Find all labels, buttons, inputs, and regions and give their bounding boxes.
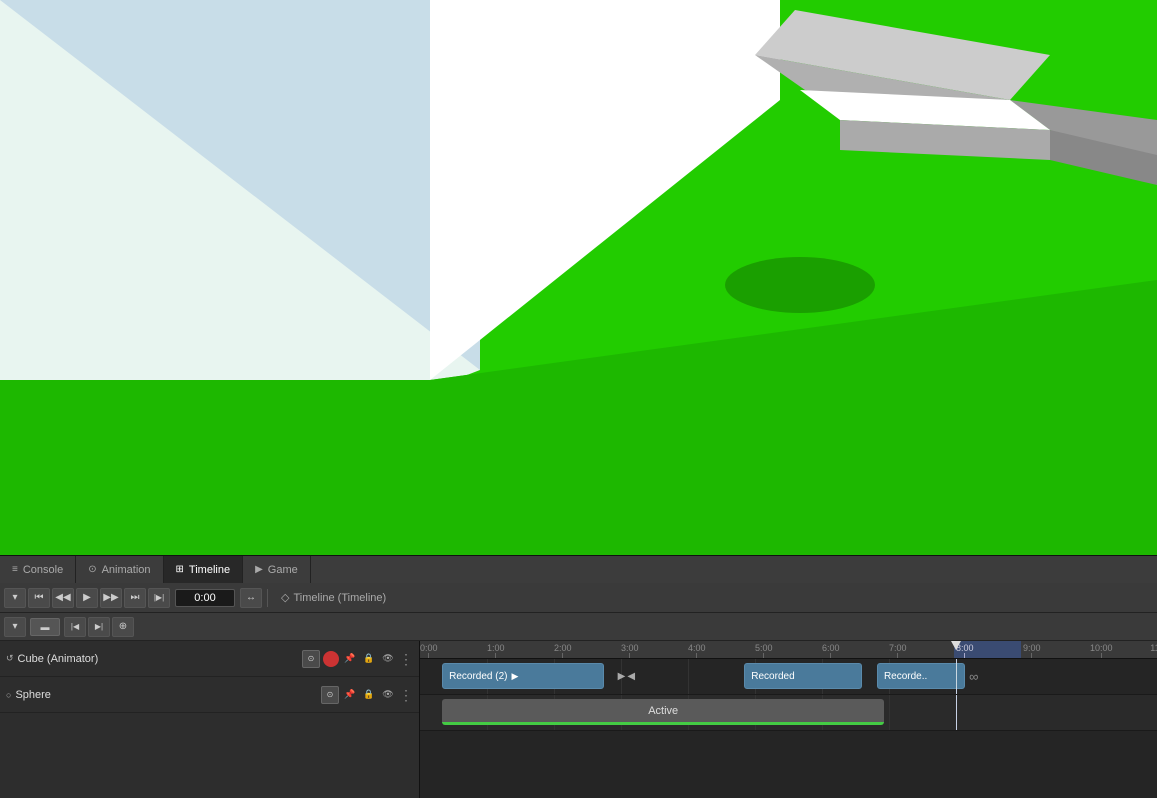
dropdown-btn-2[interactable]: ▾ (4, 617, 26, 637)
sphere-eye-btn[interactable]: 👁 (380, 687, 396, 703)
sphere-menu-btn[interactable]: ⋮ (399, 688, 413, 702)
sphere-track-name: Sphere (15, 689, 317, 701)
playhead-line-track2 (956, 695, 957, 730)
bottom-panels: ≡ Console ⊙ Animation ⊞ Timeline ▶ Game … (0, 555, 1157, 798)
scene-view (0, 0, 1157, 555)
cube-eye-btn[interactable]: 👁 (380, 651, 396, 667)
pin-btn[interactable]: ⊕ (112, 617, 134, 637)
snap-btn[interactable]: ▶| (88, 617, 110, 637)
track-header-cube: ↺ Cube (Animator) ⊙ 📌 🔒 (0, 641, 419, 677)
time-input[interactable] (175, 589, 235, 607)
animation-icon: ⊙ (88, 564, 96, 575)
tab-console[interactable]: ≡ Console (0, 556, 76, 583)
playhead-line-track1 (956, 659, 957, 694)
ruler-mark-4: 4:00 (688, 643, 706, 658)
grid-4 (688, 659, 689, 694)
separator-1 (267, 589, 268, 607)
play-btn[interactable]: ▶ (76, 588, 98, 608)
cube-avatar-btn[interactable]: ⊙ (302, 650, 320, 668)
cube-lock-btn[interactable]: 🔒 (361, 651, 377, 667)
sphere-track-icon: ○ (6, 690, 11, 700)
sphere-track-controls: ⊙ 📌 🔒 👁 ⋮ (321, 686, 413, 704)
track-header-sphere: ○ Sphere ⊙ 📌 🔒 👁 ⋮ (0, 677, 419, 713)
sphere-pin-btn[interactable]: 📌 (342, 687, 358, 703)
cube-track-icon: ↺ (6, 653, 14, 664)
ruler-mark-10: 10:00 (1090, 643, 1113, 658)
expand-btn[interactable]: ↔ (240, 588, 262, 608)
timeline-main: ↺ Cube (Animator) ⊙ 📌 🔒 (0, 641, 1157, 798)
console-icon: ≡ (12, 564, 18, 575)
clip-infinity: ∞ (969, 663, 978, 689)
ruler-mark-0: 0:00 (420, 643, 438, 658)
track-view-btn[interactable]: ▬ (30, 618, 60, 636)
clip-recorded-2[interactable]: Recorded (2) ▶ (442, 663, 604, 689)
ruler-mark-5: 5:00 (755, 643, 773, 658)
record-mode-btn[interactable]: |▶| (148, 588, 170, 608)
timeline-tracks-area: 0:00 1:00 2:00 3:00 (420, 641, 1157, 798)
sgrid-7 (889, 695, 890, 730)
game-icon: ▶ (255, 564, 263, 575)
cube-pin-btn[interactable]: 📌 (342, 651, 358, 667)
track-headers: ↺ Cube (Animator) ⊙ 📌 🔒 (0, 641, 420, 798)
step-back-btn[interactable]: ◀◀ (52, 588, 74, 608)
toolbar-row-1: ▾ ⏮ ◀◀ ▶ ▶▶ ⏭ |▶| ↔ ◇ Timeline (Timeline… (0, 583, 1157, 613)
add-marker-btn[interactable]: |◀ (64, 617, 86, 637)
playhead-triangle (951, 641, 961, 650)
cube-track-name: Cube (Animator) (18, 653, 298, 665)
timeline-path-icon: ◇ (281, 591, 289, 604)
ruler-mark-1: 1:00 (487, 643, 505, 658)
cube-track-controls: ⊙ 📌 🔒 👁 ⋮ (302, 650, 413, 668)
sphere-avatar-btn[interactable]: ⊙ (321, 686, 339, 704)
skip-back-btn[interactable]: ⏮ (28, 588, 50, 608)
ruler-mark-7: 7:00 (889, 643, 907, 658)
ruler-mark-6: 6:00 (822, 643, 840, 658)
track-row-sphere[interactable]: Active (420, 695, 1157, 731)
sphere-lock-btn[interactable]: 🔒 (361, 687, 377, 703)
clip-recorded-right[interactable]: Recorde.. (877, 663, 965, 689)
cube-menu-btn[interactable]: ⋮ (399, 652, 413, 666)
clip-recorded-mid[interactable]: Recorded (744, 663, 862, 689)
tab-timeline[interactable]: ⊞ Timeline (164, 556, 244, 583)
timeline-breadcrumb: ◇ Timeline (Timeline) (273, 591, 394, 604)
ruler-mark-11: 11:00 (1150, 643, 1157, 658)
cube-record-btn[interactable] (323, 651, 339, 667)
time-ruler: 0:00 1:00 2:00 3:00 (420, 641, 1157, 659)
skip-forward-btn[interactable]: ⏭ (124, 588, 146, 608)
tab-animation[interactable]: ⊙ Animation (76, 556, 163, 583)
track-row-cube[interactable]: Recorded (2) ▶ ▶ ◀ Recorded Recorde.. (420, 659, 1157, 695)
step-forward-btn[interactable]: ▶▶ (100, 588, 122, 608)
view-dropdown-btn[interactable]: ▾ (4, 588, 26, 608)
timeline-icon: ⊞ (176, 564, 184, 575)
clip-active[interactable]: Active (442, 699, 884, 725)
ruler-mark-2: 2:00 (554, 643, 572, 658)
clip-transition-1: ▶ ◀ (608, 663, 645, 689)
clip-right-arrow-1: ▶ (511, 671, 518, 682)
toolbar-row-2: ▾ ▬ |◀ ▶| ⊕ (0, 613, 1157, 641)
tab-bar: ≡ Console ⊙ Animation ⊞ Timeline ▶ Game (0, 555, 1157, 583)
tab-game[interactable]: ▶ Game (243, 556, 311, 583)
ruler-mark-9: 9:00 (1023, 643, 1041, 658)
ruler-mark-3: 3:00 (621, 643, 639, 658)
